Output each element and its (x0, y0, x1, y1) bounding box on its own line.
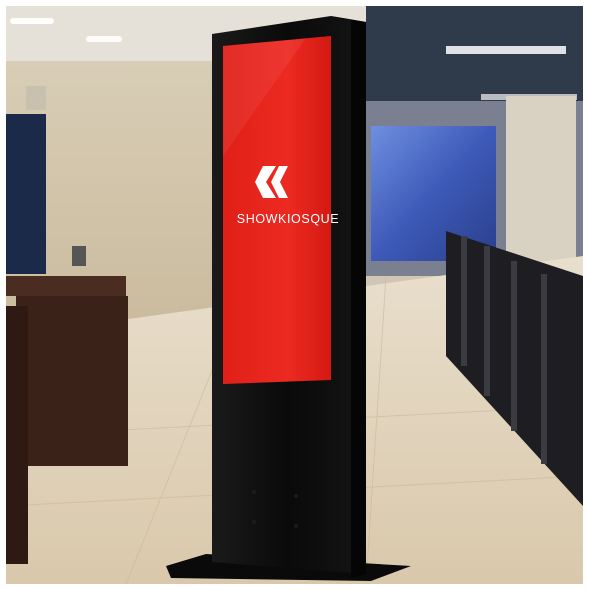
brand-wordmark: SHOWKIOSQUE (236, 212, 340, 226)
wall-panel (6, 114, 46, 274)
photo-scene (6, 6, 583, 584)
ceiling-light (86, 36, 122, 42)
ceiling-light (446, 46, 566, 54)
photo-frame: SHOWKIOSQUE (0, 0, 589, 590)
wall-sign (26, 86, 46, 110)
desk-device (72, 246, 86, 266)
ceiling-light (10, 18, 54, 24)
kiosk-photo: SHOWKIOSQUE (6, 6, 583, 584)
video-wall (371, 126, 496, 261)
desk-top (6, 276, 126, 296)
desk-side (6, 306, 28, 564)
desk-front (16, 296, 128, 466)
